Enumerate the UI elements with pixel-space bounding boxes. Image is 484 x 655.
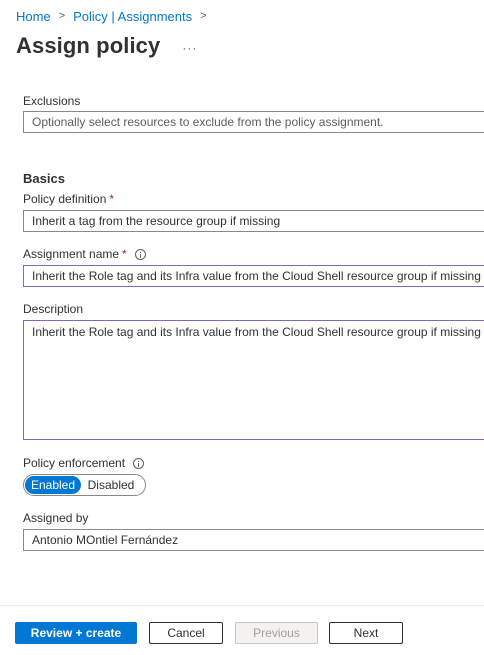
previous-button[interactable]: Previous <box>235 622 318 644</box>
info-icon[interactable] <box>134 248 146 260</box>
exclusions-input[interactable]: Optionally select resources to exclude f… <box>23 111 484 133</box>
policy-enforcement-label-text: Policy enforcement <box>23 456 126 470</box>
required-mark: * <box>122 247 127 261</box>
policy-definition-input[interactable]: Inherit a tag from the resource group if… <box>23 210 484 232</box>
assignment-name-input[interactable]: Inherit the Role tag and its Infra value… <box>23 265 484 287</box>
policy-definition-label: Policy definition * <box>23 192 114 206</box>
assigned-by-label-text: Assigned by <box>23 511 89 525</box>
info-icon[interactable] <box>133 457 145 469</box>
basics-heading: Basics <box>23 171 65 186</box>
page-title: Assign policy <box>16 33 161 58</box>
assigned-by-label: Assigned by <box>23 511 88 525</box>
exclusions-label: Exclusions <box>23 94 80 108</box>
footer-divider <box>0 605 484 606</box>
breadcrumb-home-link[interactable]: Home <box>16 9 51 24</box>
assignment-name-label-text: Assignment name <box>23 247 120 261</box>
policy-enforcement-label: Policy enforcement <box>23 456 145 470</box>
assign-policy-page: Home > Policy | Assignments > Assign pol… <box>0 0 484 655</box>
chevron-right-icon: > <box>58 9 66 22</box>
toggle-option-enabled[interactable]: Enabled <box>25 476 81 494</box>
policy-enforcement-toggle: Enabled Disabled <box>23 474 146 496</box>
description-label: Description <box>23 302 83 316</box>
assigned-by-input[interactable]: Antonio MOntiel Fernández <box>23 529 484 551</box>
toggle-option-disabled[interactable]: Disabled <box>81 476 141 494</box>
exclusions-label-text: Exclusions <box>23 94 81 108</box>
policy-definition-label-text: Policy definition <box>23 192 107 206</box>
description-textarea[interactable]: Inherit the Role tag and its Infra value… <box>23 320 484 440</box>
description-label-text: Description <box>23 302 84 316</box>
chevron-right-icon: > <box>200 9 207 22</box>
next-button[interactable]: Next <box>329 622 403 644</box>
required-mark: * <box>109 192 115 206</box>
assignment-name-label: Assignment name * <box>23 247 146 261</box>
breadcrumb-policy-assignments-link[interactable]: Policy | Assignments <box>73 9 192 24</box>
title-row: Assign policy ··· <box>16 33 197 59</box>
more-options-icon[interactable]: ··· <box>182 41 197 55</box>
review-create-button[interactable]: Review + create <box>15 622 137 644</box>
cancel-button[interactable]: Cancel <box>149 622 223 644</box>
breadcrumb: Home > Policy | Assignments > <box>16 9 215 24</box>
